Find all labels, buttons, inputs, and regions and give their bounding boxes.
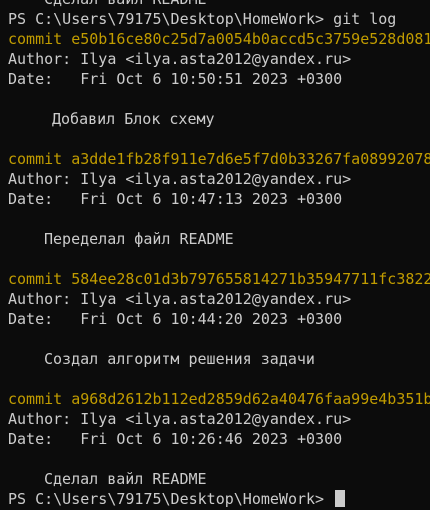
commit-hash: commit a968d2612b112ed2859d62a40476faa99… <box>8 390 430 408</box>
commit-author: Author: Ilya <ilya.asta2012@yandex.ru> <box>8 290 352 308</box>
input-line[interactable]: PS C:\Users\79175\Desktop\HomeWork> <box>8 489 430 509</box>
terminal-window[interactable]: Сделал вайл README PS C:\Users\79175\Des… <box>0 0 430 510</box>
cut-commit-message: Сделал вайл README <box>8 0 430 9</box>
command-line: PS C:\Users\79175\Desktop\HomeWork> git … <box>8 9 430 29</box>
final-prompt: PS C:\Users\79175\Desktop\HomeWork> <box>8 490 334 508</box>
commit-author: Author: Ilya <ilya.asta2012@yandex.ru> <box>8 410 352 428</box>
prompt: PS C:\Users\79175\Desktop\HomeWork> <box>8 10 334 28</box>
terminal-output: Сделал вайл README PS C:\Users\79175\Des… <box>8 0 430 509</box>
commit-hash: commit 584ee28c01d3b797655814271b3594771… <box>8 270 430 288</box>
commit-date: Date: Fri Oct 6 10:47:13 2023 +0300 <box>8 190 343 208</box>
commit-author: Author: Ilya <ilya.asta2012@yandex.ru> <box>8 50 352 68</box>
commit-author: Author: Ilya <ilya.asta2012@yandex.ru> <box>8 170 352 188</box>
commit-date: Date: Fri Oct 6 10:26:46 2023 +0300 <box>8 430 343 448</box>
commit-message: Добавил Блок схему <box>52 110 215 128</box>
commit-date: Date: Fri Oct 6 10:44:20 2023 +0300 <box>8 310 343 328</box>
commit-message: Переделал файл README <box>44 230 234 248</box>
commit-hash: commit e50b16ce80c25d7a0054b0accd5c3759e… <box>8 30 430 48</box>
commit-date: Date: Fri Oct 6 10:50:51 2023 +0300 <box>8 70 343 88</box>
cursor-block <box>335 490 346 507</box>
command-text: git log <box>333 10 397 28</box>
commit-message: Создал алгоритм решения задачи <box>44 350 315 368</box>
commit-hash: commit a3dde1fb28f911e7d6e5f7d0b33267fa0… <box>8 150 430 168</box>
commit-message: Сделал вайл README <box>44 470 207 488</box>
